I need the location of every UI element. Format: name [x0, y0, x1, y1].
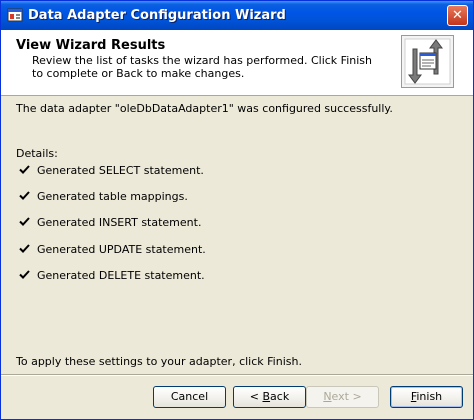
finish-button-rest: inish: [416, 390, 443, 403]
task-label: Generated INSERT statement.: [37, 216, 202, 229]
data-adapter-arrows-icon: [401, 35, 454, 88]
footer-note: To apply these settings to your adapter,…: [16, 355, 302, 368]
checkmark-icon: [19, 165, 30, 174]
wizard-header: View Wizard Results Review the list of t…: [1, 30, 473, 96]
task-label: Generated SELECT statement.: [37, 164, 204, 177]
details-label: Details:: [16, 147, 58, 160]
checkmark-icon: [19, 191, 30, 200]
close-icon: ✕: [452, 8, 463, 23]
page-description: Review the list of tasks the wizard has …: [32, 54, 372, 80]
back-button-mnemonic: B: [262, 390, 271, 403]
wizard-app-icon: [7, 8, 23, 22]
next-button-rest: ext >: [331, 390, 362, 403]
next-button-mnemonic: N: [323, 390, 332, 403]
finish-button[interactable]: Finish: [390, 386, 463, 408]
footer-divider: [1, 374, 473, 376]
task-label: Generated table mappings.: [37, 190, 188, 203]
page-title: View Wizard Results: [16, 38, 166, 53]
success-message: The data adapter "oleDbDataAdapter1" was…: [16, 102, 393, 115]
task-label: Generated DELETE statement.: [37, 269, 205, 282]
checkmark-icon: [19, 244, 30, 253]
checkmark-icon: [19, 217, 30, 226]
close-button[interactable]: ✕: [447, 5, 468, 26]
task-label: Generated UPDATE statement.: [37, 243, 206, 256]
title-bar[interactable]: Data Adapter Configuration Wizard ✕: [1, 1, 473, 30]
cancel-button[interactable]: Cancel: [153, 386, 226, 408]
back-button-rest: ack: [270, 390, 290, 403]
window-title: Data Adapter Configuration Wizard: [28, 8, 286, 23]
checkmark-icon: [19, 270, 30, 279]
back-button[interactable]: < Back: [233, 386, 306, 408]
wizard-window: Data Adapter Configuration Wizard ✕ View…: [0, 0, 474, 420]
cancel-button-label: Cancel: [170, 390, 209, 403]
next-button[interactable]: Next >: [306, 386, 379, 408]
back-button-prefix: <: [249, 390, 263, 403]
